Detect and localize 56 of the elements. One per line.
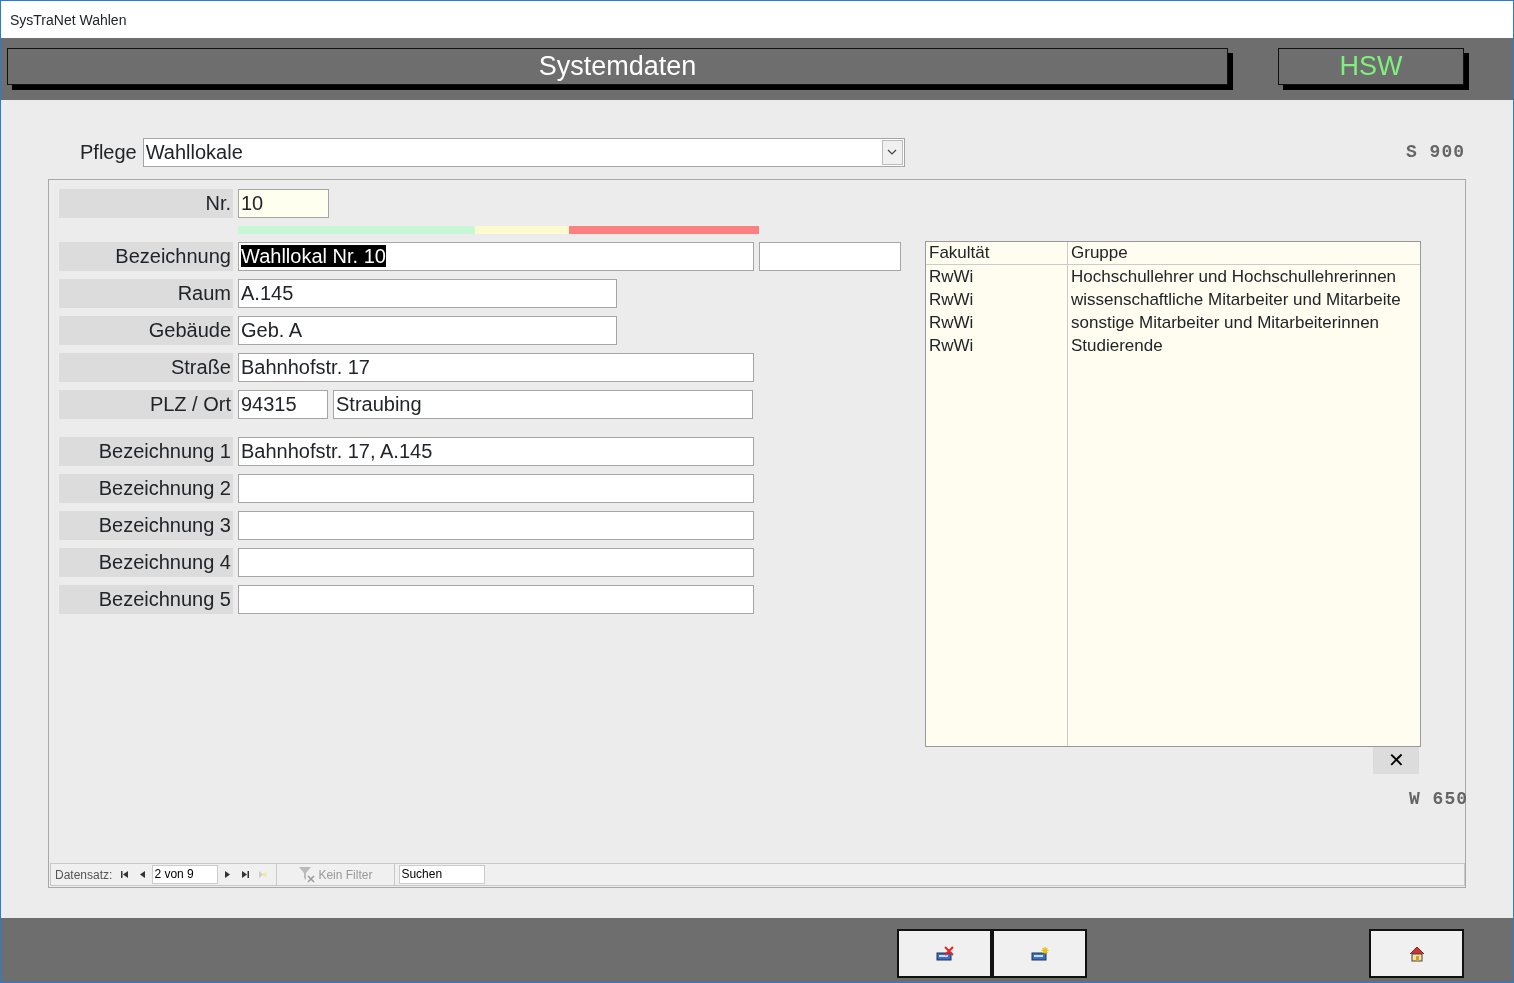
input-field[interactable] [238, 548, 754, 577]
input-field[interactable] [238, 474, 754, 503]
previous-record-icon [139, 870, 148, 879]
navigator-label: Datensatz: [55, 866, 113, 884]
table-cell-text: Studierende [1070, 335, 1164, 357]
new-record-icon [259, 870, 268, 879]
first-record-icon [121, 870, 130, 879]
form-code: W 650 [1409, 788, 1468, 811]
field-label: Bezeichnung 2 [59, 474, 233, 503]
record-position-field[interactable]: 2 von 9 [152, 865, 219, 884]
input-field[interactable] [759, 242, 901, 271]
field-label: Bezeichnung 3 [59, 511, 233, 540]
input-field[interactable]: A.145 [238, 279, 617, 308]
field-label: Nr. [59, 189, 233, 218]
form-code: S 900 [1406, 140, 1465, 164]
input-field[interactable]: Wahllokal Nr. 10 [238, 242, 754, 271]
search-field[interactable]: Suchen [399, 865, 486, 884]
field-label: Bezeichnung 1 [59, 437, 233, 466]
next-record-icon [223, 870, 232, 879]
column-header: Gruppe [1068, 242, 1420, 265]
delete-record-icon [935, 946, 954, 961]
input-field[interactable] [238, 511, 754, 540]
table-cell-text: RwWi [928, 266, 975, 288]
field-label: PLZ / Ort [59, 390, 233, 419]
field-label: Bezeichnung [59, 242, 233, 271]
dropdown[interactable]: Wahllokale [142, 137, 905, 167]
table-cell-text: Hochschullehrer und Hochschullehrerinnen [1070, 266, 1398, 288]
input-field[interactable] [238, 585, 754, 614]
input-field[interactable]: 10 [238, 189, 329, 218]
window-title: SysTraNet Wahlen [1, 0, 1513, 38]
field-label: Raum [59, 279, 233, 308]
table-cell-text: wissenschaftliche Mitarbeiter und Mitarbeite [1070, 289, 1402, 311]
table-cell-text: RwWi [928, 312, 975, 334]
field-label: Pflege [80, 140, 137, 165]
delete-button[interactable]: ✕ [1373, 747, 1419, 774]
field-label: Bezeichnung 4 [59, 548, 233, 577]
last-record-icon [241, 870, 250, 879]
input-field[interactable]: 94315 [238, 390, 328, 419]
new-record-icon [1030, 946, 1049, 961]
table-cell-text: sonstige Mitarbeiter und Mitarbeiterinnen [1070, 312, 1381, 334]
table-cell-text: RwWi [928, 335, 975, 357]
delete-record-button[interactable] [897, 929, 992, 978]
field-label: Bezeichnung 5 [59, 585, 233, 614]
new-record-button[interactable] [992, 929, 1087, 978]
home-icon [1408, 945, 1425, 962]
table-cell-text: RwWi [928, 289, 975, 311]
home-button[interactable] [1369, 929, 1464, 978]
field-label: Gebäude [59, 316, 233, 345]
input-field[interactable]: Geb. A [238, 316, 617, 345]
filter-clear-icon [299, 866, 316, 883]
column-header: Fakultät [926, 242, 1067, 265]
input-field[interactable]: Bahnhofstr. 17 [238, 353, 754, 382]
field-label: Straße [59, 353, 233, 382]
caret-icon [887, 149, 898, 155]
input-field[interactable]: Bahnhofstr. 17, A.145 [238, 437, 754, 466]
input-field[interactable]: Straubing [333, 390, 753, 419]
